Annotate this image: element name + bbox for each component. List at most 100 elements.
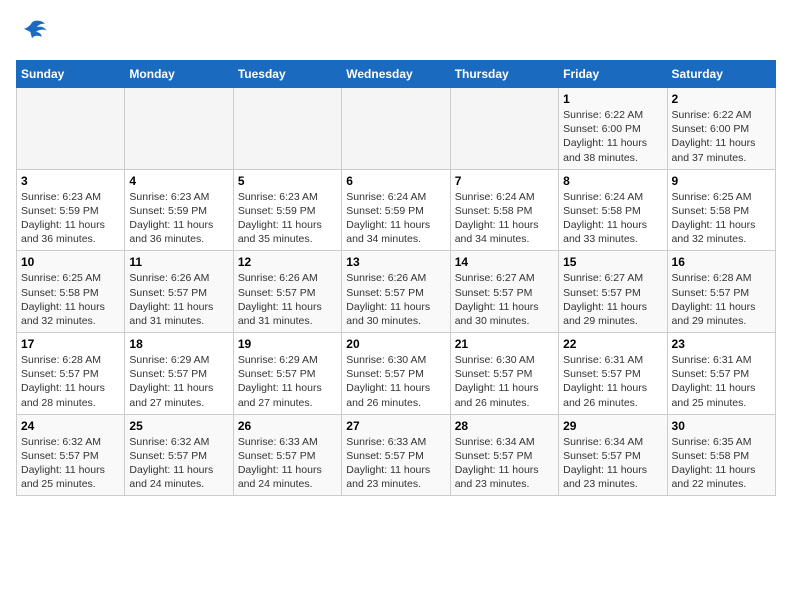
day-number: 28 <box>455 419 554 433</box>
day-number: 29 <box>563 419 662 433</box>
weekday-header: Sunday <box>17 61 125 88</box>
calendar-cell: 8 Sunrise: 6:24 AM Sunset: 5:58 PM Daylig… <box>559 169 667 251</box>
calendar-cell <box>233 88 341 170</box>
weekday-header: Wednesday <box>342 61 450 88</box>
calendar-cell: 22 Sunrise: 6:31 AM Sunset: 5:57 PM Dayli… <box>559 333 667 415</box>
day-number: 25 <box>129 419 228 433</box>
day-info: Sunrise: 6:34 AM Sunset: 5:57 PM Dayligh… <box>563 435 662 492</box>
day-info: Sunrise: 6:24 AM Sunset: 5:58 PM Dayligh… <box>455 190 554 247</box>
day-number: 14 <box>455 255 554 269</box>
calendar-cell: 7 Sunrise: 6:24 AM Sunset: 5:58 PM Daylig… <box>450 169 558 251</box>
page-header <box>16 16 776 48</box>
day-info: Sunrise: 6:27 AM Sunset: 5:57 PM Dayligh… <box>455 271 554 328</box>
calendar-week-row: 10 Sunrise: 6:25 AM Sunset: 5:58 PM Dayli… <box>17 251 776 333</box>
day-number: 5 <box>238 174 337 188</box>
calendar-cell <box>17 88 125 170</box>
day-number: 1 <box>563 92 662 106</box>
calendar-cell: 24 Sunrise: 6:32 AM Sunset: 5:57 PM Dayli… <box>17 414 125 496</box>
day-number: 8 <box>563 174 662 188</box>
day-number: 10 <box>21 255 120 269</box>
calendar-week-row: 17Sunrise: 6:28 AM Sunset: 5:57 PM Dayli… <box>17 333 776 415</box>
calendar-cell: 16Sunrise: 6:28 AM Sunset: 5:57 PM Dayli… <box>667 251 775 333</box>
calendar-cell: 30 Sunrise: 6:35 AM Sunset: 5:58 PM Dayli… <box>667 414 775 496</box>
day-info: Sunrise: 6:30 AM Sunset: 5:57 PM Dayligh… <box>455 353 554 410</box>
calendar-cell: 12 Sunrise: 6:26 AM Sunset: 5:57 PM Dayli… <box>233 251 341 333</box>
calendar-cell: 23 Sunrise: 6:31 AM Sunset: 5:57 PM Dayli… <box>667 333 775 415</box>
day-info: Sunrise: 6:32 AM Sunset: 5:57 PM Dayligh… <box>21 435 120 492</box>
day-info: Sunrise: 6:31 AM Sunset: 5:57 PM Dayligh… <box>563 353 662 410</box>
day-number: 11 <box>129 255 228 269</box>
day-info: Sunrise: 6:28 AM Sunset: 5:57 PM Dayligh… <box>21 353 120 410</box>
day-info: Sunrise: 6:23 AM Sunset: 5:59 PM Dayligh… <box>238 190 337 247</box>
weekday-header: Monday <box>125 61 233 88</box>
calendar-cell: 15 Sunrise: 6:27 AM Sunset: 5:57 PM Dayli… <box>559 251 667 333</box>
logo <box>16 16 52 48</box>
calendar-cell: 11 Sunrise: 6:26 AM Sunset: 5:57 PM Dayli… <box>125 251 233 333</box>
day-info: Sunrise: 6:25 AM Sunset: 5:58 PM Dayligh… <box>672 190 771 247</box>
day-number: 12 <box>238 255 337 269</box>
day-info: Sunrise: 6:24 AM Sunset: 5:58 PM Dayligh… <box>563 190 662 247</box>
day-number: 16 <box>672 255 771 269</box>
calendar-cell: 4Sunrise: 6:23 AM Sunset: 5:59 PM Daylig… <box>125 169 233 251</box>
weekday-header: Tuesday <box>233 61 341 88</box>
day-number: 19 <box>238 337 337 351</box>
calendar-cell: 27 Sunrise: 6:33 AM Sunset: 5:57 PM Dayli… <box>342 414 450 496</box>
calendar-table: SundayMondayTuesdayWednesdayThursdayFrid… <box>16 60 776 496</box>
day-info: Sunrise: 6:22 AM Sunset: 6:00 PM Dayligh… <box>672 108 771 165</box>
day-info: Sunrise: 6:29 AM Sunset: 5:57 PM Dayligh… <box>129 353 228 410</box>
weekday-header: Friday <box>559 61 667 88</box>
weekday-header: Saturday <box>667 61 775 88</box>
calendar-cell: 29 Sunrise: 6:34 AM Sunset: 5:57 PM Dayli… <box>559 414 667 496</box>
day-number: 6 <box>346 174 445 188</box>
day-info: Sunrise: 6:29 AM Sunset: 5:57 PM Dayligh… <box>238 353 337 410</box>
calendar-cell <box>125 88 233 170</box>
day-number: 21 <box>455 337 554 351</box>
weekday-header: Thursday <box>450 61 558 88</box>
calendar-cell: 18Sunrise: 6:29 AM Sunset: 5:57 PM Dayli… <box>125 333 233 415</box>
calendar-cell: 21 Sunrise: 6:30 AM Sunset: 5:57 PM Dayli… <box>450 333 558 415</box>
day-info: Sunrise: 6:24 AM Sunset: 5:59 PM Dayligh… <box>346 190 445 247</box>
calendar-cell: 6 Sunrise: 6:24 AM Sunset: 5:59 PM Daylig… <box>342 169 450 251</box>
day-number: 22 <box>563 337 662 351</box>
calendar-week-row: 1 Sunrise: 6:22 AM Sunset: 6:00 PM Daylig… <box>17 88 776 170</box>
day-info: Sunrise: 6:35 AM Sunset: 5:58 PM Dayligh… <box>672 435 771 492</box>
calendar-cell: 10 Sunrise: 6:25 AM Sunset: 5:58 PM Dayli… <box>17 251 125 333</box>
day-number: 2 <box>672 92 771 106</box>
calendar-cell: 20 Sunrise: 6:30 AM Sunset: 5:57 PM Dayli… <box>342 333 450 415</box>
day-number: 23 <box>672 337 771 351</box>
day-number: 15 <box>563 255 662 269</box>
calendar-cell: 25 Sunrise: 6:32 AM Sunset: 5:57 PM Dayli… <box>125 414 233 496</box>
calendar-cell <box>342 88 450 170</box>
day-number: 24 <box>21 419 120 433</box>
day-info: Sunrise: 6:26 AM Sunset: 5:57 PM Dayligh… <box>129 271 228 328</box>
day-info: Sunrise: 6:31 AM Sunset: 5:57 PM Dayligh… <box>672 353 771 410</box>
logo-icon <box>16 16 48 48</box>
day-info: Sunrise: 6:34 AM Sunset: 5:57 PM Dayligh… <box>455 435 554 492</box>
day-info: Sunrise: 6:33 AM Sunset: 5:57 PM Dayligh… <box>346 435 445 492</box>
day-number: 27 <box>346 419 445 433</box>
day-number: 4 <box>129 174 228 188</box>
day-number: 7 <box>455 174 554 188</box>
calendar-cell: 5 Sunrise: 6:23 AM Sunset: 5:59 PM Daylig… <box>233 169 341 251</box>
day-info: Sunrise: 6:26 AM Sunset: 5:57 PM Dayligh… <box>238 271 337 328</box>
day-info: Sunrise: 6:23 AM Sunset: 5:59 PM Dayligh… <box>21 190 120 247</box>
calendar-week-row: 24 Sunrise: 6:32 AM Sunset: 5:57 PM Dayli… <box>17 414 776 496</box>
calendar-cell: 1Sunrise: 6:22 AM Sunset: 6:00 PM Daylig… <box>559 88 667 170</box>
calendar-cell: 13Sunrise: 6:26 AM Sunset: 5:57 PM Dayli… <box>342 251 450 333</box>
day-info: Sunrise: 6:25 AM Sunset: 5:58 PM Dayligh… <box>21 271 120 328</box>
day-number: 13 <box>346 255 445 269</box>
day-info: Sunrise: 6:32 AM Sunset: 5:57 PM Dayligh… <box>129 435 228 492</box>
calendar-cell: 28 Sunrise: 6:34 AM Sunset: 5:57 PM Dayli… <box>450 414 558 496</box>
day-number: 30 <box>672 419 771 433</box>
calendar-header-row: SundayMondayTuesdayWednesdayThursdayFrid… <box>17 61 776 88</box>
day-info: Sunrise: 6:30 AM Sunset: 5:57 PM Dayligh… <box>346 353 445 410</box>
calendar-cell: 3Sunrise: 6:23 AM Sunset: 5:59 PM Daylig… <box>17 169 125 251</box>
calendar-cell: 2 Sunrise: 6:22 AM Sunset: 6:00 PM Daylig… <box>667 88 775 170</box>
calendar-cell: 26Sunrise: 6:33 AM Sunset: 5:57 PM Dayli… <box>233 414 341 496</box>
day-info: Sunrise: 6:27 AM Sunset: 5:57 PM Dayligh… <box>563 271 662 328</box>
calendar-cell: 19 Sunrise: 6:29 AM Sunset: 5:57 PM Dayli… <box>233 333 341 415</box>
calendar-cell <box>450 88 558 170</box>
day-number: 20 <box>346 337 445 351</box>
calendar-week-row: 3Sunrise: 6:23 AM Sunset: 5:59 PM Daylig… <box>17 169 776 251</box>
calendar-cell: 9Sunrise: 6:25 AM Sunset: 5:58 PM Daylig… <box>667 169 775 251</box>
